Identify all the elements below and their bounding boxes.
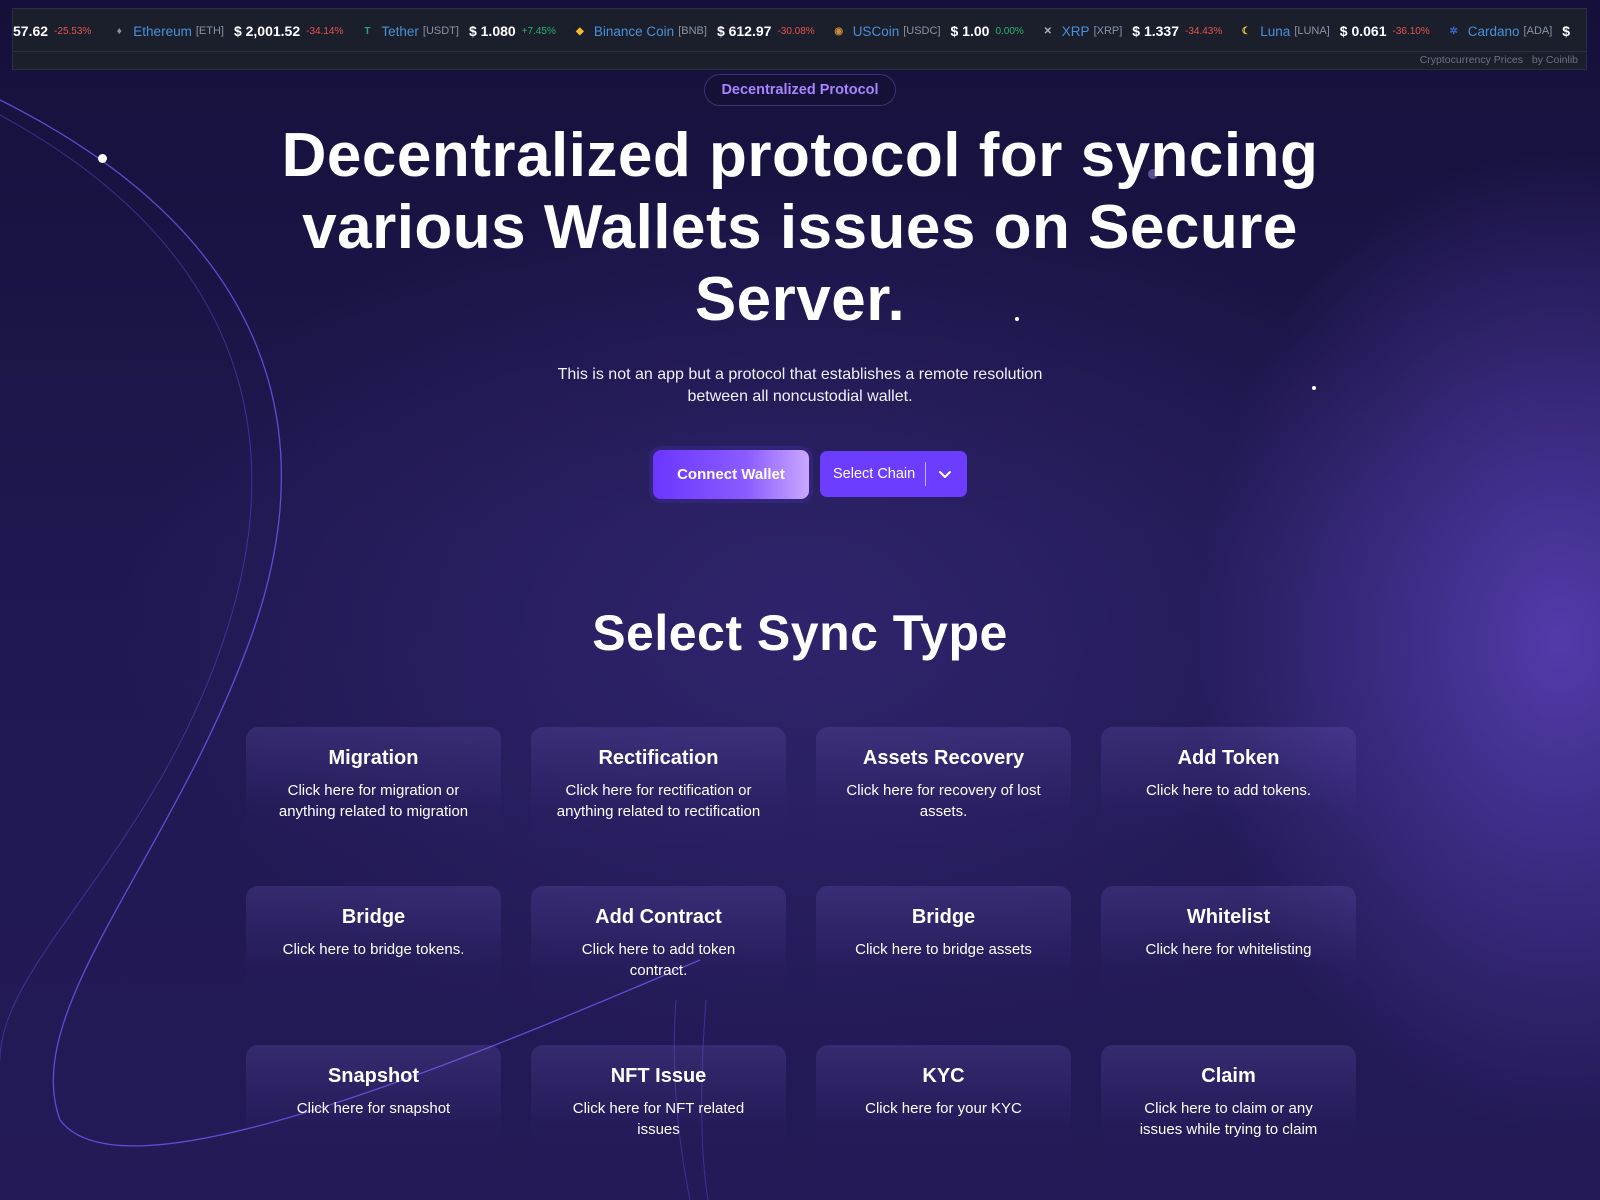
sync-card-claim[interactable]: Claim Click here to claim or any issues w… [1101,1045,1356,1165]
ticker-coin-name[interactable]: Ethereum [133,24,192,39]
ticker-coin-name[interactable]: XRP [1062,24,1090,39]
luna-icon: ☾ [1241,25,1251,37]
ticker-item[interactable]: ♦ Ethereum [ETH] $ 2,001.52 -34.14% [111,23,344,39]
sync-card-title: Snapshot [327,1065,420,1087]
sync-card-add-contract[interactable]: Add Contract Click here to add token cont… [531,886,786,1006]
ticker-coin-change: 0.00% [995,25,1024,37]
hero-title: Decentralized protocol for syncing vario… [281,121,1319,334]
ticker-footer-by[interactable]: by Coinlib [1532,54,1578,66]
hero-subtitle: This is not an app but a protocol that e… [557,366,1043,405]
ticker-coin-change: -34.43% [1185,25,1223,37]
ticker-coin-change: +7.45% [521,25,556,37]
xrp-icon: ✕ [1043,25,1052,37]
ticker-item[interactable]: ◆ Binance Coin [BNB] $ 612.97 -30.08% [572,23,815,39]
sync-card-title: Bridge [341,906,406,928]
ticker-coin-symbol: [ETH] [195,25,224,37]
sync-card-migration[interactable]: Migration Click here for migration or any… [246,727,501,847]
sync-card-whitelist[interactable]: Whitelist Click here for whitelisting [1101,886,1356,1006]
ticker-coin-price: $ 2,001.52 [233,23,301,39]
uscoin-icon: ◉ [834,25,844,37]
sync-card-description: Click here for recovery of lost assets. [846,782,1041,820]
sync-card-title: Assets Recovery [862,747,1025,769]
ticker-item[interactable]: ◉ USCoin [USDC] $ 1.00 0.00% [831,23,1024,39]
sync-card-description: Click here for NFT related issues [572,1100,745,1138]
sync-card-rectification[interactable]: Rectification Click here for rectificatio… [531,727,786,847]
sync-card-description: Click here for rectification or anything… [556,782,761,820]
sync-card-title: Whitelist [1186,906,1271,928]
connect-wallet-button[interactable]: Connect Wallet [653,450,809,499]
select-chain-dropdown[interactable]: Select Chain [820,451,967,497]
ticker-coin-change: -30.08% [777,25,815,37]
sync-type-title: Select Sync Type [592,605,1008,661]
ticker-coin-name[interactable]: Cardano [1468,24,1520,39]
sync-card-title: NFT Issue [610,1065,707,1087]
sync-card-description: Click here to add token contract. [581,941,736,979]
sync-card-bridge[interactable]: Bridge Click here to bridge tokens. [246,886,501,1006]
sync-card-assets-recovery[interactable]: Assets Recovery Click here for recovery o… [816,727,1071,847]
sync-card-add-token[interactable]: Add Token Click here to add tokens. [1101,727,1356,847]
select-chain-label: Select Chain [833,466,916,482]
ticker-coin-name[interactable]: Binance Coin [594,24,674,39]
ethereum-icon: ♦ [116,25,122,37]
ticker-coin-symbol: [ADA] [1523,25,1553,37]
cardano-icon: ✲ [1449,25,1458,37]
ticker-item[interactable]: T Tether [USDT] $ 1.080 +7.45% [359,23,556,39]
ticker-coin-change: -34.14% [306,25,344,37]
ticker-coin-symbol: [BNB] [678,25,707,37]
ticker-coin-symbol: [LUNA] [1294,25,1330,37]
sync-card-description: Click here to claim or any issues while … [1139,1100,1318,1138]
ticker-item[interactable]: ☾ Luna [LUNA] $ 0.061 -36.10% [1238,23,1430,39]
dropdown-separator [925,462,926,486]
ticker-coin-symbol: [USDC] [903,25,941,37]
ticker-coin-price: $ 0.061 [1339,23,1387,39]
sync-card-title: KYC [922,1065,965,1087]
ticker-footer-label[interactable]: Cryptocurrency Prices [1420,54,1523,66]
sync-card-title: Migration [328,747,419,769]
ticker-coin-symbol: [USDT] [422,25,459,37]
ticker-coin-price: $ 1.337 [1132,23,1180,39]
sync-card-description: Click here to add tokens. [1145,782,1312,799]
ticker-coin-name[interactable]: USCoin [853,24,900,39]
tether-icon: T [364,25,371,37]
ticker-coin-name[interactable]: Tether [381,24,419,39]
sync-card-description: Click here for snapshot [296,1100,451,1117]
sparkle-dot [98,154,107,163]
crypto-price-ticker: 57.62 -25.53% ♦ Ethereum [ETH] $ 2,001.52 -3… [12,8,1587,70]
ticker-coin-name[interactable]: Luna [1260,24,1290,39]
sparkle-dot [1312,386,1316,390]
sync-card-description: Click here for whitelisting [1145,941,1312,958]
ticker-coin-price: $ [1562,23,1571,39]
sync-card-title: Add Contract [595,906,722,928]
sync-card-title: Rectification [598,747,719,769]
sync-card-bridge[interactable]: Bridge Click here to bridge assets [816,886,1071,1006]
ticker-lead-price: 57.62 [13,23,49,39]
ticker-coin-change: -36.10% [1392,25,1430,37]
sync-card-description: Click here for your KYC [865,1100,1022,1117]
ticker-coin-price: $ 612.97 [716,23,772,39]
sync-card-description: Click here to bridge assets [855,941,1032,958]
sync-card-title: Claim [1201,1065,1256,1087]
ticker-coin-price: $ 1.00 [950,23,990,39]
sync-card-nft-issue[interactable]: NFT Issue Click here for NFT related issu… [531,1045,786,1165]
sync-card-description: Click here to bridge tokens. [282,941,465,958]
ticker-row: 57.62 -25.53% ♦ Ethereum [ETH] $ 2,001.52 -3… [13,19,1586,43]
ticker-coin-symbol: [XRP] [1093,25,1123,37]
sync-card-title: Bridge [911,906,976,928]
ticker-footer: Cryptocurrency Prices by Coinlib [13,51,1586,69]
protocol-badge: Decentralized Protocol [704,74,896,106]
binance-coin-icon: ◆ [576,25,584,37]
sync-card-title: Add Token [1177,747,1280,769]
ticker-item[interactable]: ✲ Cardano [ADA] $ [1446,23,1576,39]
ticker-coin-price: $ 1.080 [468,23,516,39]
sync-card-description: Click here for migration or anything rel… [278,782,469,820]
ticker-lead-change: -25.53% [54,25,92,37]
chevron-down-icon [939,471,951,478]
sync-card-kyc[interactable]: KYC Click here for your KYC [816,1045,1071,1165]
sync-card-snapshot[interactable]: Snapshot Click here for snapshot [246,1045,501,1165]
ticker-item[interactable]: ✕ XRP [XRP] $ 1.337 -34.43% [1040,23,1223,39]
